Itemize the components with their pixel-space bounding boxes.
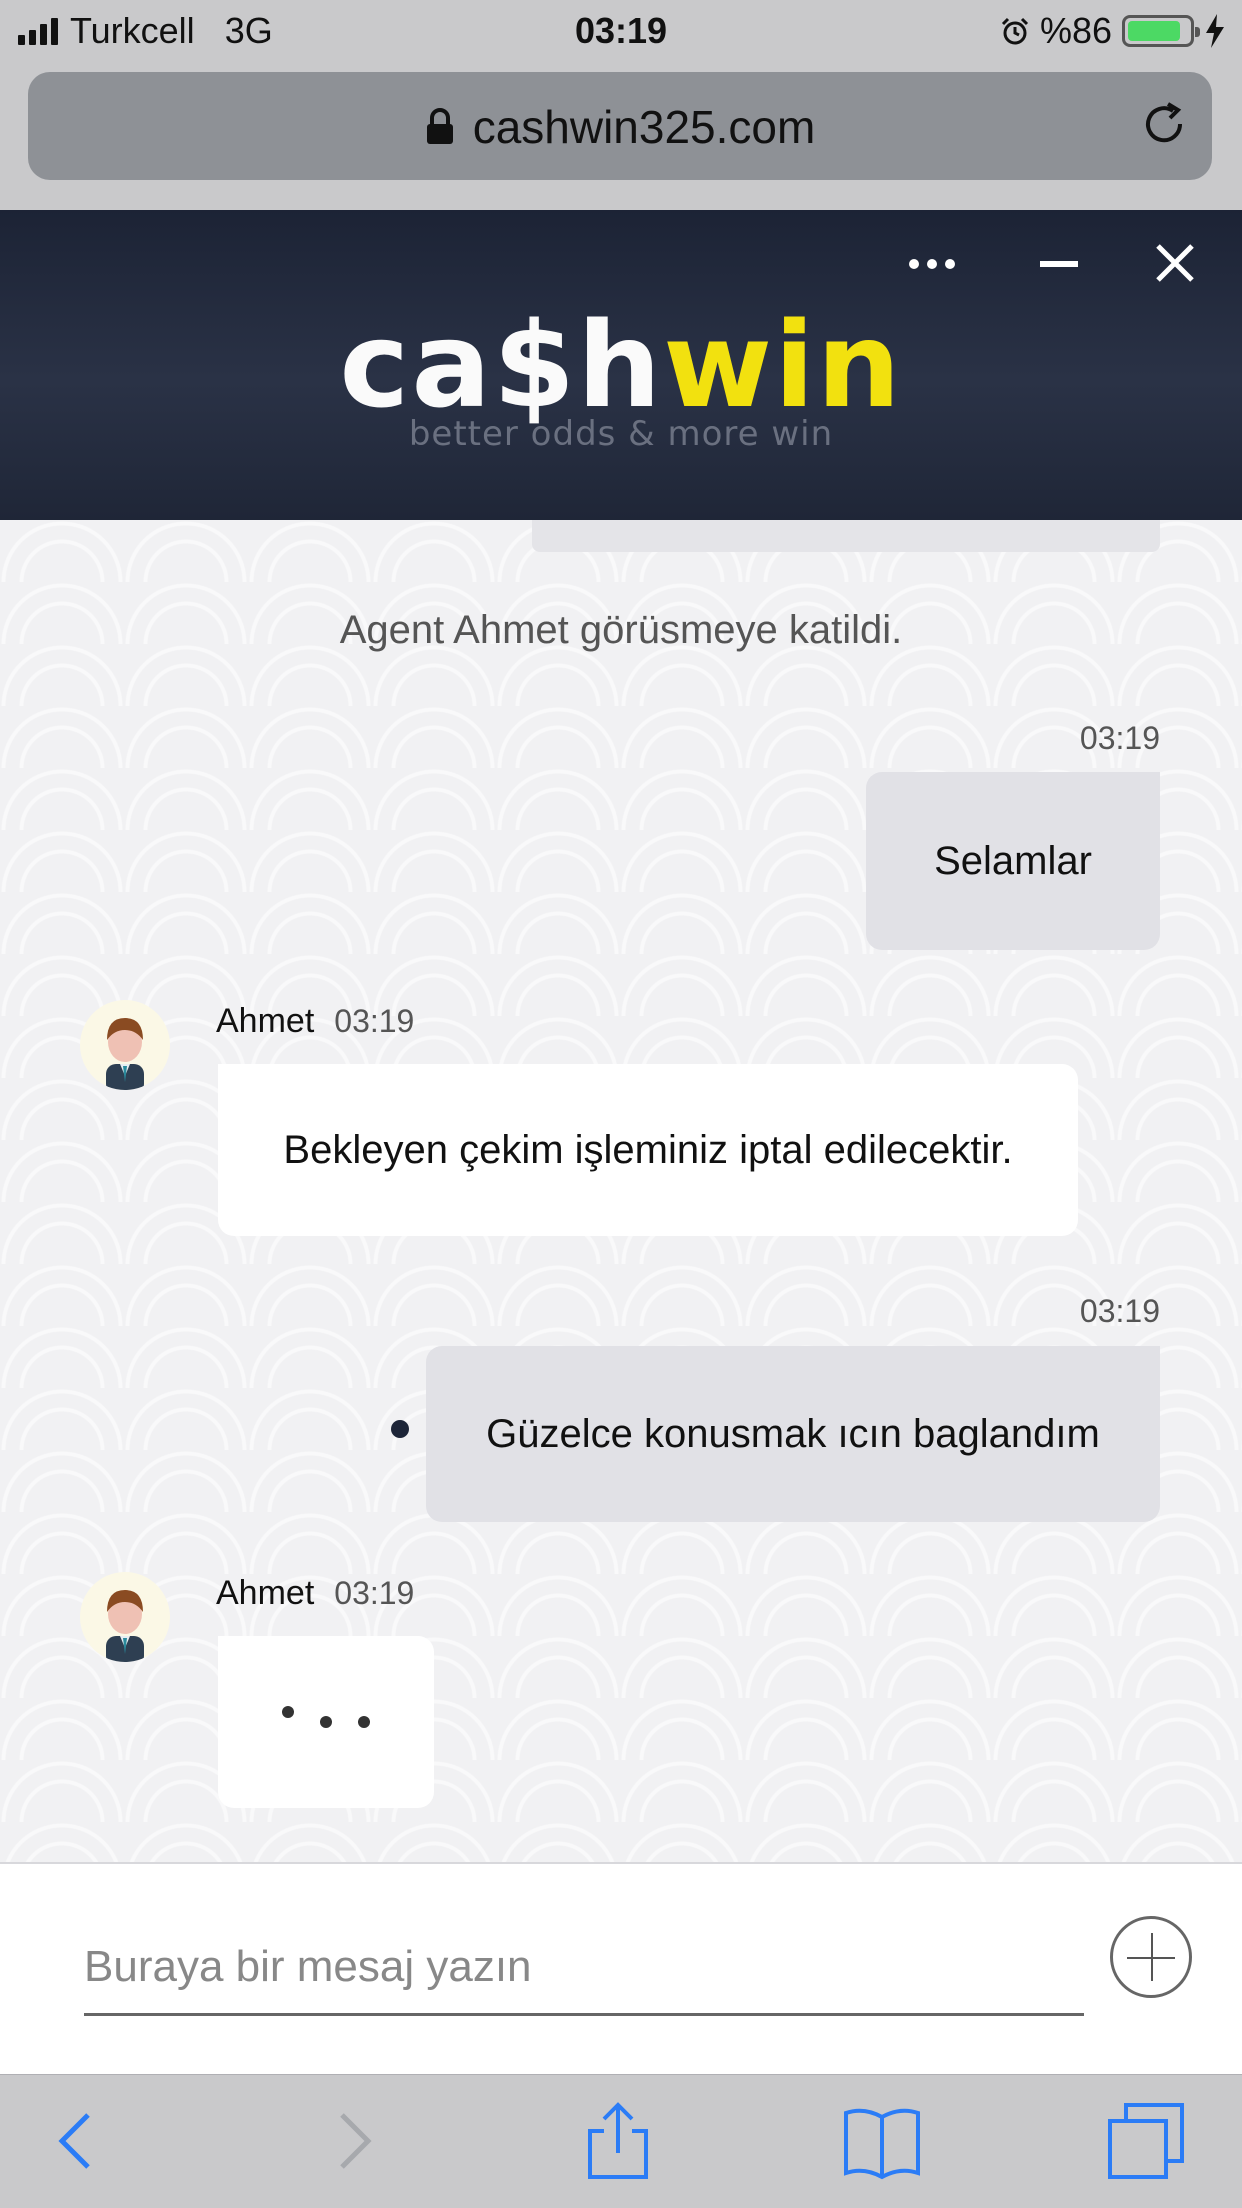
share-icon[interactable]: [578, 2101, 658, 2181]
message-timestamp: 03:19: [1079, 1293, 1160, 1329]
cashwin-logo: ca$hwin better odds & more win: [0, 306, 1242, 454]
chat-header: ca$hwin better odds & more win: [0, 210, 1242, 520]
url-text: cashwin325.com: [472, 101, 816, 153]
lock-icon: [426, 108, 453, 144]
messages-area[interactable]: Agent Ahmet görüsmeye katildi. 03:19 Sel…: [0, 520, 1242, 1862]
battery-fill: [1128, 21, 1180, 41]
system-note: Agent Ahmet görüsmeye katildi.: [339, 608, 903, 652]
battery-icon: [1122, 15, 1200, 47]
incoming-message-bubble: Bekleyen çekim işleminiz iptal edilecekt…: [218, 1064, 1078, 1236]
forward-icon[interactable]: [312, 2101, 392, 2181]
bookmarks-icon[interactable]: [842, 2101, 922, 2181]
agent-meta: Ahmet 03:19: [216, 1002, 414, 1041]
browser-toolbar: [0, 2074, 1242, 2208]
logo-wordmark: ca$hwin: [0, 306, 1242, 424]
message-input[interactable]: [84, 1920, 1084, 2016]
message-status-dot: [391, 1420, 409, 1438]
back-icon[interactable]: [38, 2101, 118, 2181]
typing-dot: [282, 1706, 294, 1718]
status-bar: Turkcell 3G 03:19 %86: [0, 0, 1242, 62]
agent-avatar: [80, 1000, 170, 1090]
browser-top-bar: cashwin325.com: [0, 62, 1242, 210]
url-bar[interactable]: cashwin325.com: [28, 72, 1212, 180]
agent-avatar: [80, 1572, 170, 1662]
agent-name: Ahmet: [216, 1574, 315, 1612]
status-right: %86: [1000, 10, 1226, 52]
minimize-icon[interactable]: [1028, 228, 1088, 288]
message-timestamp: 03:19: [334, 1575, 415, 1611]
outgoing-message-bubble: Selamlar: [866, 772, 1160, 950]
more-icon[interactable]: [902, 228, 962, 288]
previous-message-bubble: [532, 520, 1160, 552]
url-display[interactable]: cashwin325.com: [28, 100, 1212, 154]
message-timestamp: 03:19: [1079, 720, 1160, 756]
charging-icon: [1206, 14, 1224, 48]
message-composer: [0, 1862, 1242, 2074]
message-text: Güzelce konusmak ıcın baglandım: [486, 1411, 1100, 1456]
message-timestamp: 03:19: [334, 1003, 415, 1039]
typing-dot: [358, 1716, 370, 1728]
message-text: Bekleyen çekim işleminiz iptal edilecekt…: [283, 1127, 1013, 1172]
close-icon[interactable]: [1144, 228, 1204, 288]
reload-icon[interactable]: [1140, 100, 1190, 150]
agent-avatar-icon: [106, 1590, 144, 1662]
typing-indicator-bubble: [218, 1636, 434, 1808]
agent-name: Ahmet: [216, 1002, 315, 1040]
agent-avatar-icon: [106, 1018, 144, 1090]
battery-percent: %86: [1039, 10, 1112, 51]
logo-tagline: better odds & more win: [408, 414, 834, 454]
message-text: Selamlar: [934, 838, 1092, 883]
add-icon[interactable]: [1110, 1916, 1192, 1998]
outgoing-message-bubble: Güzelce konusmak ıcın baglandım: [426, 1346, 1160, 1522]
tabs-icon[interactable]: [1106, 2101, 1186, 2181]
typing-indicator: [282, 1706, 370, 1728]
agent-meta: Ahmet 03:19: [216, 1574, 414, 1613]
alarm-icon: [1001, 17, 1028, 45]
typing-dot: [320, 1716, 332, 1728]
